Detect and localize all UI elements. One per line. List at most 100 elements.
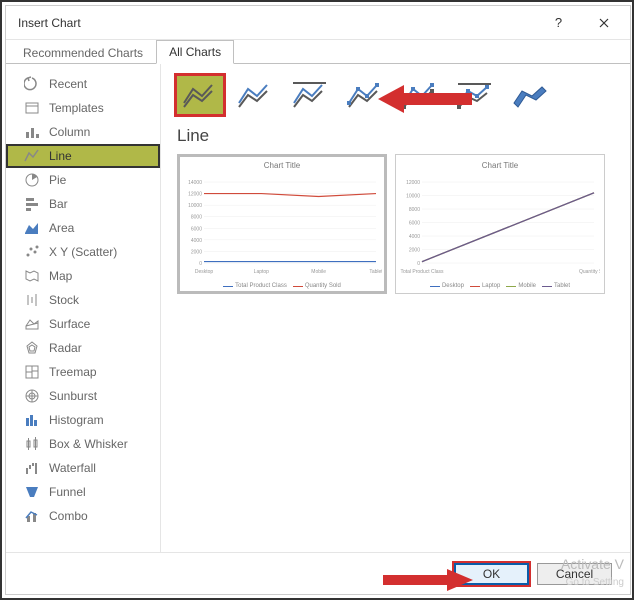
svg-text:Quantity Sold: Quantity Sold [579,269,600,275]
preview-1[interactable]: Chart Title 0 2000 4000 6000 8000 10000 12000 1… [177,154,387,294]
sunburst-icon [24,388,40,404]
line-subtype-markers[interactable] [342,76,388,114]
sidebar-item-templates[interactable]: Templates [6,96,160,120]
sidebar-item-label: Pie [49,173,66,187]
sidebar-item-line[interactable]: Line [6,144,160,168]
sidebar-item-label: Line [49,149,72,163]
section-title: Line [177,126,614,146]
line-subtype-stacked-markers[interactable] [397,76,443,114]
line-subtype-100stacked[interactable] [287,76,333,114]
svg-text:10000: 10000 [188,203,202,209]
line-subtype-100stacked-markers[interactable] [452,76,498,114]
legend-item: Quantity Sold [293,283,341,289]
sidebar-item-label: Surface [49,317,90,331]
tab-all-charts[interactable]: All Charts [156,40,234,64]
sidebar-item-treemap[interactable]: Treemap [6,360,160,384]
line-subtype-stacked[interactable] [232,76,278,114]
tabs: Recommended Charts All Charts [6,40,630,64]
sidebar-item-radar[interactable]: Radar [6,336,160,360]
close-button[interactable] [581,8,626,38]
cancel-button[interactable]: Cancel [537,563,612,585]
bar-icon [24,196,40,212]
svg-text:12000: 12000 [188,192,202,198]
legend-item: Desktop [430,283,464,289]
preview2-title: Chart Title [482,161,518,170]
ok-button[interactable]: OK [454,563,529,585]
svg-text:Total Product Class: Total Product Class [400,269,444,275]
sidebar-item-label: X Y (Scatter) [49,245,117,259]
sidebar-item-label: Sunburst [49,389,97,403]
sidebar-item-label: Waterfall [49,461,96,475]
sidebar-item-waterfall[interactable]: Waterfall [6,456,160,480]
sidebar-item-label: Box & Whisker [49,437,128,451]
svg-text:6000: 6000 [409,221,420,227]
sidebar-item-box[interactable]: Box & Whisker [6,432,160,456]
line-subtype-basic[interactable] [177,76,223,114]
svg-text:4000: 4000 [409,234,420,240]
svg-text:6000: 6000 [191,226,202,232]
line-icon [24,148,40,164]
preview1-title: Chart Title [264,161,300,170]
svg-text:0: 0 [199,261,202,267]
sidebar-item-recent[interactable]: Recent [6,72,160,96]
sidebar-item-histogram[interactable]: Histogram [6,408,160,432]
preview1-chart: 0 2000 4000 6000 8000 10000 12000 14000 Desktop L… [182,174,382,281]
sidebar-item-area[interactable]: Area [6,216,160,240]
sidebar-item-combo[interactable]: Combo [6,504,160,528]
sidebar-item-map[interactable]: Map [6,264,160,288]
surface-icon [24,316,40,332]
sidebar-item-label: Map [49,269,72,283]
legend-item: Total Product Class [223,283,287,289]
sidebar-item-label: Combo [49,509,88,523]
treemap-icon [24,364,40,380]
svg-text:Mobile: Mobile [311,269,326,275]
svg-text:2000: 2000 [409,248,420,254]
sidebar-item-pie[interactable]: Pie [6,168,160,192]
box-icon [24,436,40,452]
svg-text:Laptop: Laptop [254,269,270,275]
svg-text:2000: 2000 [191,249,202,255]
svg-text:Desktop: Desktop [195,269,214,275]
sidebar-item-scatter[interactable]: X Y (Scatter) [6,240,160,264]
map-icon [24,268,40,284]
sidebar-item-stock[interactable]: Stock [6,288,160,312]
dialog-title: Insert Chart [18,16,81,30]
sidebar-item-sunburst[interactable]: Sunburst [6,384,160,408]
svg-text:14000: 14000 [188,180,202,186]
preview2-chart: 020004000600080001000012000Total Product… [400,174,600,281]
legend-item: Laptop [470,283,500,289]
waterfall-icon [24,460,40,476]
tab-recommended[interactable]: Recommended Charts [10,41,156,64]
sidebar-item-label: Column [49,125,90,139]
combo-icon [24,508,40,524]
sidebar-item-column[interactable]: Column [6,120,160,144]
sidebar-item-label: Histogram [49,413,104,427]
line-subtype-3d[interactable] [507,76,553,114]
sidebar-item-label: Templates [49,101,104,115]
main-panel: Line Chart Title 0 2000 4000 6000 8000 10000 1… [161,64,630,552]
help-button[interactable]: ? [536,8,581,38]
scatter-icon [24,244,40,260]
stock-icon [24,292,40,308]
sidebar-item-bar[interactable]: Bar [6,192,160,216]
sidebar-item-label: Treemap [49,365,97,379]
svg-text:4000: 4000 [191,238,202,244]
sidebar: Recent Templates Column Line Pie Bar Area X Y (… [6,64,161,552]
sidebar-item-funnel[interactable]: Funnel [6,480,160,504]
sidebar-item-label: Bar [49,197,68,211]
funnel-icon [24,484,40,500]
sidebar-item-label: Stock [49,293,79,307]
svg-text:8000: 8000 [409,207,420,213]
preview2-legend: DesktopLaptopMobileTablet [430,283,570,289]
sidebar-item-label: Radar [49,341,82,355]
preview-2[interactable]: Chart Title 020004000600080001000012000T… [395,154,605,294]
svg-text:8000: 8000 [191,215,202,221]
column-icon [24,124,40,140]
svg-text:12000: 12000 [406,180,420,186]
sidebar-item-label: Recent [49,77,87,91]
templates-icon [24,100,40,116]
sidebar-item-surface[interactable]: Surface [6,312,160,336]
legend-item: Mobile [506,283,536,289]
histogram-icon [24,412,40,428]
preview1-legend: Total Product Class Quantity Sold [223,283,341,289]
